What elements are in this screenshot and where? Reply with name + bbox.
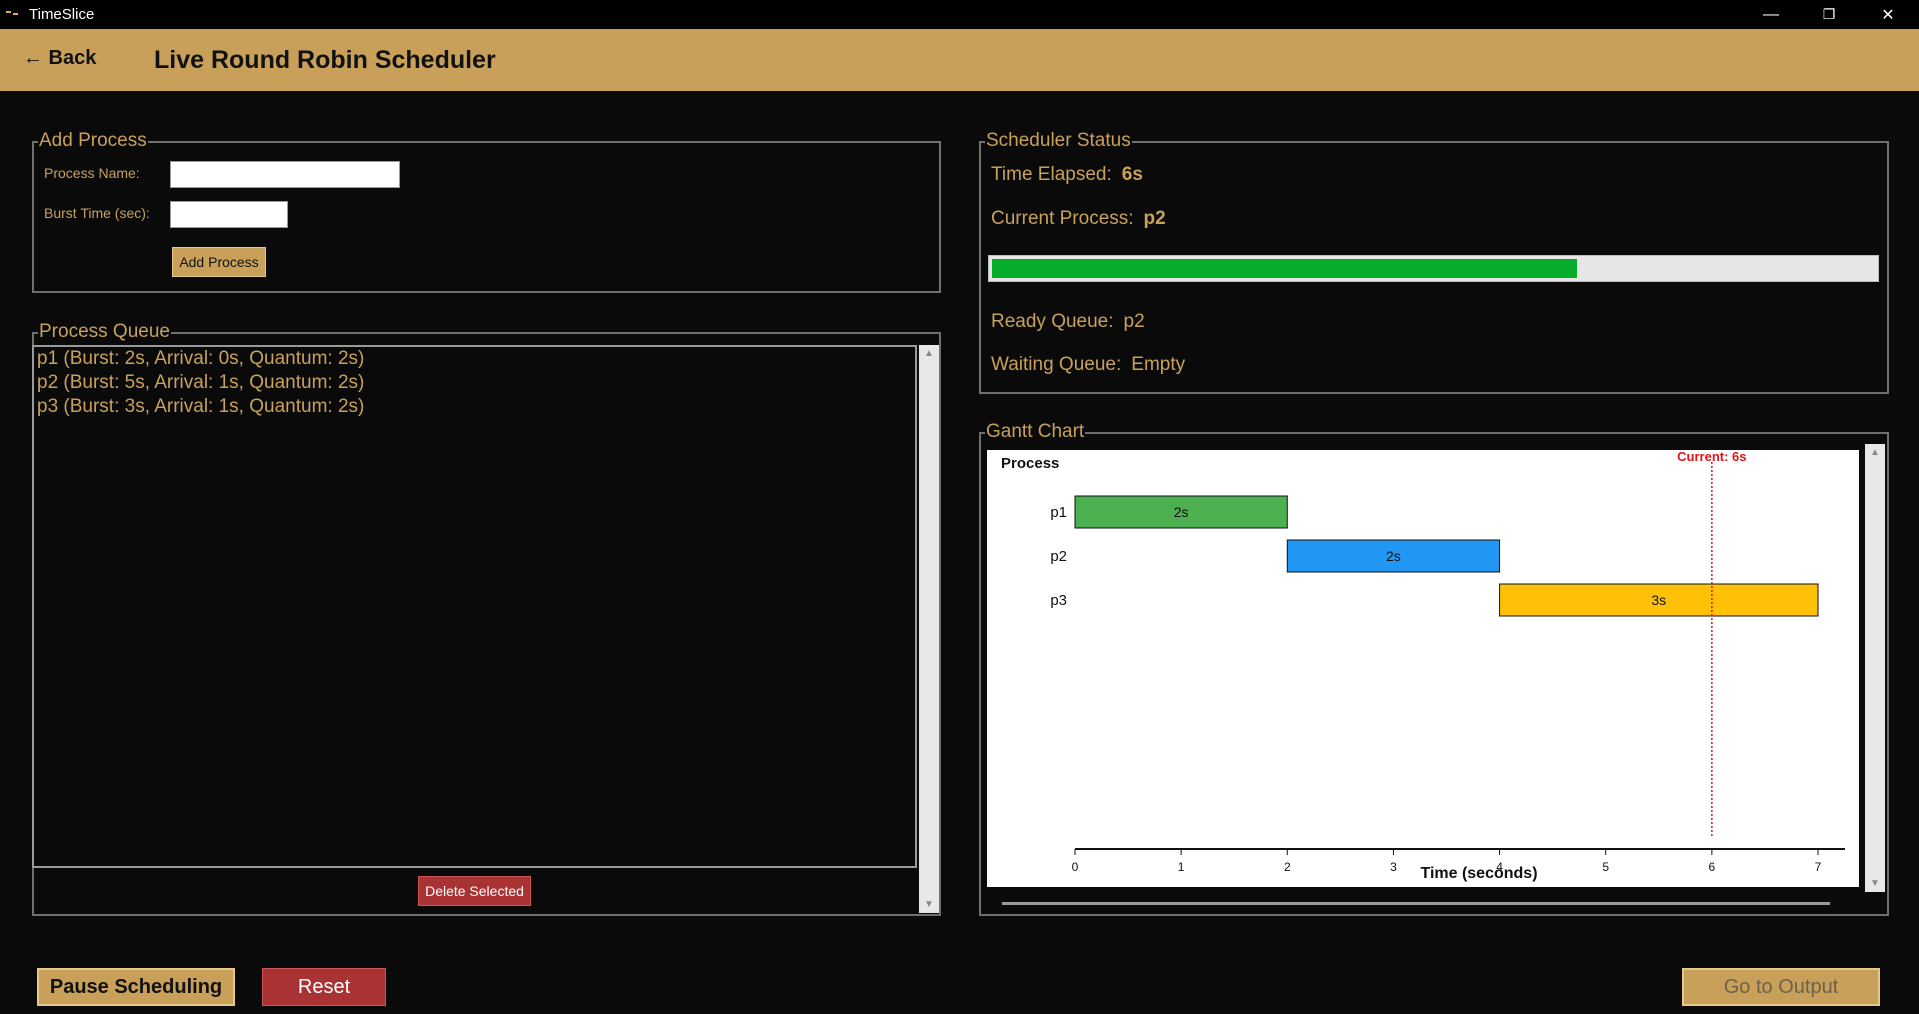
gantt-current-time-label: Current: 6s: [1677, 450, 1746, 464]
restore-button[interactable]: ❐: [1800, 0, 1858, 29]
waiting-queue: Waiting Queue: Empty: [991, 354, 1185, 376]
process-name-label: Process Name:: [44, 165, 140, 181]
window-title: TimeSlice: [29, 6, 95, 23]
go-to-output-button[interactable]: Go to Output: [1682, 968, 1880, 1006]
time-elapsed-value: 6s: [1121, 164, 1143, 185]
add-process-button[interactable]: Add Process: [172, 247, 266, 277]
gantt-chart-svg: Processp1p2p32s2s3s0 1 2 3 4 5 6 7Current: 6sTi…: [1001, 450, 1845, 882]
scroll-down-icon[interactable]: ▼: [1865, 878, 1885, 889]
gantt-x-tick-label: 3: [1390, 860, 1397, 874]
waiting-queue-label: Waiting Queue:: [991, 354, 1122, 375]
gantt-x-axis-title: Time (seconds): [1420, 865, 1537, 882]
minimize-icon: —: [1763, 5, 1779, 23]
gantt-chart-group-label: Gantt Chart: [985, 421, 1086, 443]
close-icon: ✕: [1881, 6, 1895, 24]
scroll-up-icon[interactable]: ▲: [919, 348, 939, 359]
pause-scheduling-button[interactable]: Pause Scheduling: [37, 968, 235, 1006]
scroll-up-icon[interactable]: ▲: [1865, 447, 1885, 458]
burst-time-input[interactable]: [170, 201, 288, 228]
gantt-row-label: p1: [1050, 504, 1067, 521]
progress-fill: [992, 259, 1577, 278]
gantt-x-tick-label: 0: [1072, 860, 1079, 874]
add-process-group-label: Add Process: [38, 130, 148, 152]
list-item[interactable]: p1 (Burst: 2s, Arrival: 0s, Quantum: 2s): [34, 347, 915, 371]
reset-button[interactable]: Reset: [262, 968, 386, 1006]
queue-scrollbar[interactable]: ▲ ▼: [919, 345, 939, 913]
current-process-value: p2: [1143, 208, 1166, 229]
scheduler-status-group-label: Scheduler Status: [985, 130, 1132, 152]
window-titlebar: TimeSlice — ❐ ✕: [0, 0, 1919, 29]
app-icon: [6, 10, 18, 18]
minimize-button[interactable]: —: [1742, 0, 1800, 29]
gantt-bar-label: 2s: [1386, 548, 1401, 564]
gantt-bar-label: 3s: [1651, 592, 1666, 608]
gantt-x-tick-label: 1: [1178, 860, 1185, 874]
current-process: Current Process: p2: [991, 208, 1166, 230]
process-name-input[interactable]: [170, 161, 400, 188]
back-button[interactable]: ← Back: [23, 47, 96, 70]
gantt-x-tick-label: 5: [1602, 860, 1609, 874]
process-progress-bar: [988, 255, 1879, 282]
ready-queue-value: p2: [1123, 311, 1145, 332]
waiting-queue-value: Empty: [1131, 354, 1186, 375]
gantt-x-tick-label: 2: [1284, 860, 1291, 874]
delete-selected-button[interactable]: Delete Selected: [418, 876, 531, 906]
time-elapsed: Time Elapsed: 6s: [991, 164, 1143, 186]
ready-queue: Ready Queue: p2: [991, 311, 1145, 333]
add-process-group: Add Process: [32, 130, 941, 293]
burst-time-label: Burst Time (sec):: [44, 205, 150, 221]
gantt-horizontal-scrollbar[interactable]: [1002, 902, 1830, 905]
list-item[interactable]: p2 (Burst: 5s, Arrival: 1s, Quantum: 2s): [34, 371, 915, 395]
app-header: ← Back Live Round Robin Scheduler: [0, 29, 1919, 91]
gantt-x-tick-label: 6: [1709, 860, 1716, 874]
gantt-y-axis-title: Process: [1001, 455, 1059, 472]
gantt-row-label: p3: [1050, 592, 1067, 609]
time-elapsed-label: Time Elapsed:: [991, 164, 1112, 185]
scroll-down-icon[interactable]: ▼: [919, 899, 939, 910]
restore-icon: ❐: [1822, 6, 1836, 22]
process-queue-list[interactable]: p1 (Burst: 2s, Arrival: 0s, Quantum: 2s)…: [32, 345, 917, 868]
list-item[interactable]: p3 (Burst: 3s, Arrival: 1s, Quantum: 2s): [34, 395, 915, 419]
gantt-chart-canvas: Process p1 p2 p3 2s 2s 3s 0 1 2 3 4 5 6 7 Current: 6s Ti…: [987, 450, 1859, 887]
process-queue-group-label: Process Queue: [38, 321, 171, 343]
gantt-scrollbar[interactable]: ▲ ▼: [1865, 444, 1885, 892]
gantt-bar-label: 2s: [1174, 504, 1189, 520]
close-button[interactable]: ✕: [1859, 0, 1917, 29]
page-title: Live Round Robin Scheduler: [154, 46, 496, 74]
ready-queue-label: Ready Queue:: [991, 311, 1114, 332]
current-process-label: Current Process:: [991, 208, 1134, 229]
gantt-x-tick-label: 7: [1815, 860, 1822, 874]
gantt-row-label: p2: [1050, 548, 1067, 565]
